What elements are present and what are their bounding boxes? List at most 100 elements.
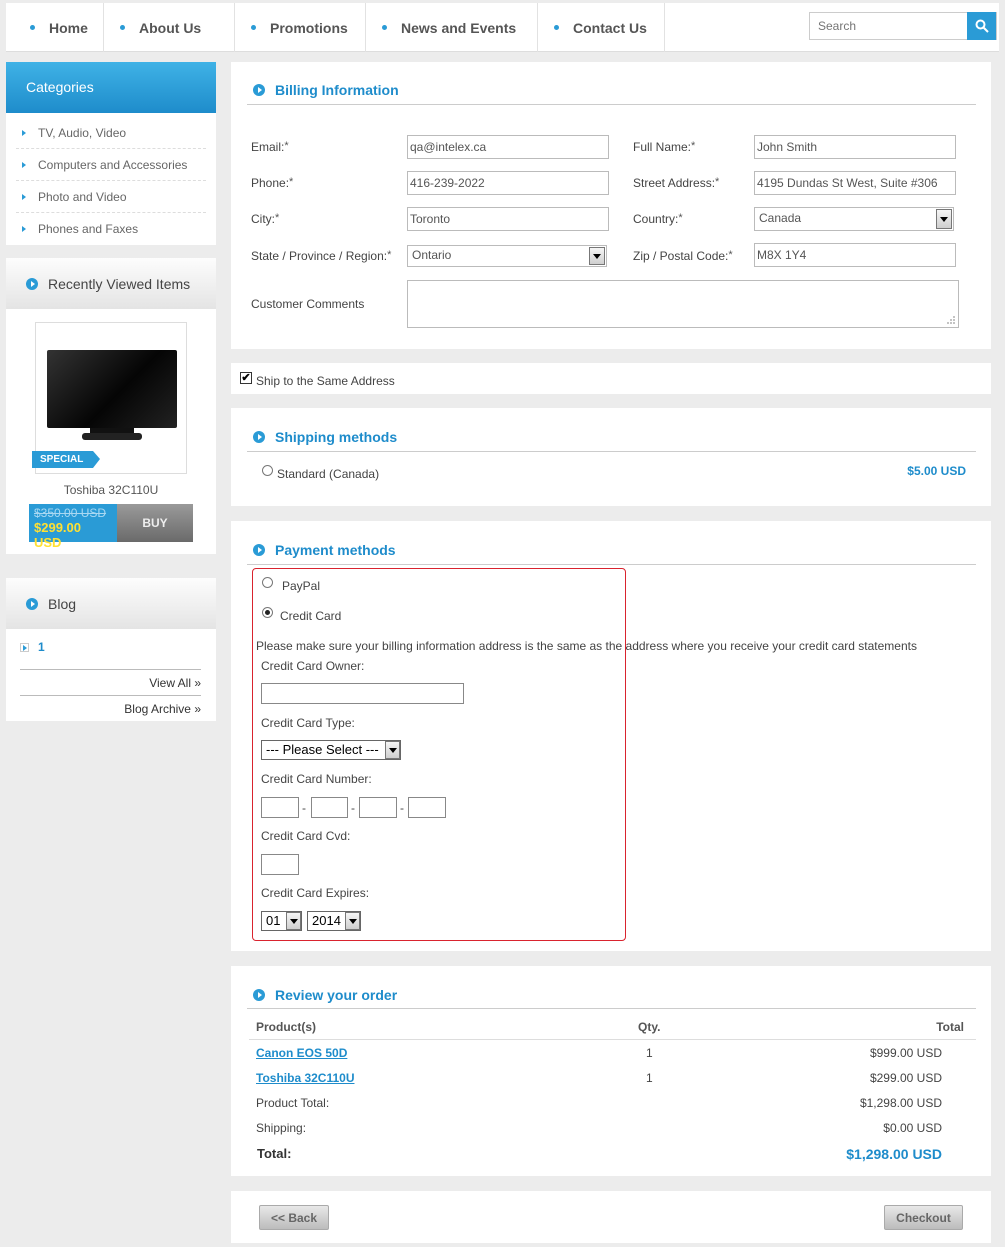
nav-promotions[interactable]: Promotions bbox=[251, 3, 348, 52]
cc-number-part-4[interactable] bbox=[408, 797, 446, 818]
fullname-field[interactable]: John Smith bbox=[754, 135, 956, 159]
city-field[interactable]: Toronto bbox=[407, 207, 609, 231]
qty-header: Qty. bbox=[638, 1020, 661, 1034]
old-price: $350.00 USD bbox=[34, 506, 107, 520]
nav-home-label: Home bbox=[49, 19, 88, 36]
nav-contact[interactable]: Contact Us bbox=[554, 3, 647, 52]
grand-total-value: $1,298.00 USD bbox=[846, 1146, 942, 1162]
search-icon bbox=[975, 19, 989, 33]
actions-panel: << Back Checkout bbox=[231, 1191, 991, 1243]
divider bbox=[249, 1039, 976, 1040]
zip-label: Zip / Postal Code:* bbox=[633, 249, 733, 263]
cc-expiry-month-select[interactable]: 01 bbox=[261, 911, 302, 931]
billing-title-text: Billing Information bbox=[275, 82, 399, 98]
nav-divider bbox=[103, 3, 104, 52]
chevron-down-icon bbox=[385, 741, 400, 759]
blog-box: Blog 1 View All » Blog Archive » bbox=[6, 578, 216, 721]
cc-number-separator: - bbox=[400, 801, 404, 815]
category-item[interactable]: Phones and Faxes bbox=[16, 213, 206, 245]
cc-expiry-year-value: 2014 bbox=[312, 913, 341, 928]
review-panel: Review your order Product(s) Qty. Total … bbox=[231, 966, 991, 1176]
credit-card-label[interactable]: Credit Card bbox=[280, 609, 341, 623]
shipping-panel: Shipping methods Standard (Canada) $5.00… bbox=[231, 408, 991, 506]
cc-expiry-year-select[interactable]: 2014 bbox=[307, 911, 361, 931]
special-badge: SPECIAL bbox=[32, 451, 101, 468]
cc-number-part-2[interactable] bbox=[311, 797, 348, 818]
nav-divider bbox=[664, 3, 665, 52]
category-label: Photo and Video bbox=[38, 189, 127, 204]
product-header: Product(s) bbox=[256, 1020, 316, 1034]
cc-number-part-1[interactable] bbox=[261, 797, 299, 818]
arrow-icon bbox=[22, 193, 26, 200]
category-item[interactable]: Computers and Accessories bbox=[16, 149, 206, 181]
category-item[interactable]: TV, Audio, Video bbox=[16, 117, 206, 149]
tv-base bbox=[82, 433, 142, 440]
chevron-down-icon bbox=[936, 209, 952, 229]
cc-owner-label: Credit Card Owner: bbox=[261, 659, 365, 673]
chevron-down-icon bbox=[286, 912, 301, 930]
product-name[interactable]: Toshiba 32C110U bbox=[6, 483, 216, 497]
nav-contact-label: Contact Us bbox=[573, 19, 647, 36]
buy-button[interactable]: BUY bbox=[117, 504, 193, 542]
product-qty: 1 bbox=[646, 1046, 653, 1060]
divider bbox=[247, 564, 976, 565]
ship-same-checkbox[interactable]: ✔ bbox=[240, 372, 252, 384]
blog-archive-link[interactable]: Blog Archive » bbox=[124, 702, 201, 716]
cc-number-separator: - bbox=[351, 801, 355, 815]
state-select[interactable]: Ontario bbox=[407, 245, 607, 267]
nav-news-label: News and Events bbox=[401, 19, 517, 36]
shipping-title-text: Shipping methods bbox=[275, 429, 398, 445]
product-link[interactable]: Toshiba 32C110U bbox=[256, 1071, 354, 1085]
back-button[interactable]: << Back bbox=[259, 1205, 329, 1230]
view-all-link[interactable]: View All » bbox=[149, 676, 201, 690]
shipping-cost-value: $0.00 USD bbox=[883, 1121, 942, 1135]
ship-same-label[interactable]: Ship to the Same Address bbox=[256, 374, 395, 388]
cc-type-select[interactable]: --- Please Select --- bbox=[261, 740, 401, 760]
nav-about[interactable]: About Us bbox=[120, 3, 201, 52]
country-select[interactable]: Canada bbox=[754, 207, 954, 231]
fullname-label: Full Name:* bbox=[633, 140, 696, 154]
arrow-icon bbox=[22, 226, 26, 232]
recently-viewed-title: Recently Viewed Items bbox=[48, 275, 191, 292]
cc-type-value: --- Please Select --- bbox=[266, 742, 379, 757]
arrow-circle-icon bbox=[253, 544, 265, 556]
category-label: Phones and Faxes bbox=[38, 222, 139, 236]
review-title: Review your order bbox=[253, 987, 397, 1003]
blog-header: Blog bbox=[6, 578, 216, 629]
checkout-button[interactable]: Checkout bbox=[884, 1205, 963, 1230]
phone-field[interactable]: 416-239-2022 bbox=[407, 171, 609, 195]
grand-total-label: Total: bbox=[257, 1146, 292, 1161]
blog-item[interactable]: 1 bbox=[20, 640, 45, 654]
nav-home[interactable]: Home bbox=[30, 3, 88, 52]
cc-cvd-input[interactable] bbox=[261, 854, 299, 875]
search-input[interactable] bbox=[810, 13, 968, 39]
email-label: Email:* bbox=[251, 140, 289, 154]
shipping-option-label[interactable]: Standard (Canada) bbox=[277, 467, 379, 481]
paypal-radio[interactable] bbox=[262, 577, 273, 588]
zip-field[interactable]: M8X 1Y4 bbox=[754, 243, 956, 267]
cc-type-label: Credit Card Type: bbox=[261, 716, 355, 730]
cc-number-part-3[interactable] bbox=[359, 797, 397, 818]
credit-card-radio[interactable] bbox=[262, 607, 273, 618]
comments-label: Customer Comments bbox=[251, 297, 365, 311]
product-link[interactable]: Canon EOS 50D bbox=[256, 1046, 347, 1060]
recently-viewed-box: Recently Viewed Items SPECIAL Toshiba 32… bbox=[6, 258, 216, 554]
shipping-standard-radio[interactable] bbox=[262, 465, 273, 476]
state-value: Ontario bbox=[412, 248, 452, 262]
street-field[interactable]: 4195 Dundas St West, Suite #306 bbox=[754, 171, 956, 195]
bullet-icon bbox=[251, 25, 256, 30]
paypal-label[interactable]: PayPal bbox=[282, 579, 320, 593]
category-label: Computers and Accessories bbox=[38, 157, 188, 172]
arrow-icon bbox=[22, 161, 26, 168]
nav-about-label: About Us bbox=[139, 19, 202, 36]
comments-textarea[interactable] bbox=[407, 280, 959, 328]
nav-news[interactable]: News and Events bbox=[382, 3, 516, 52]
payment-title-text: Payment methods bbox=[275, 542, 396, 558]
category-item[interactable]: Photo and Video bbox=[16, 181, 206, 213]
search-button[interactable] bbox=[967, 12, 996, 40]
review-title-text: Review your order bbox=[275, 987, 398, 1003]
blog-title: Blog bbox=[48, 595, 77, 612]
email-field[interactable]: qa@intelex.ca bbox=[407, 135, 609, 159]
arrow-circle-icon bbox=[253, 431, 265, 443]
cc-owner-input[interactable] bbox=[261, 683, 464, 704]
